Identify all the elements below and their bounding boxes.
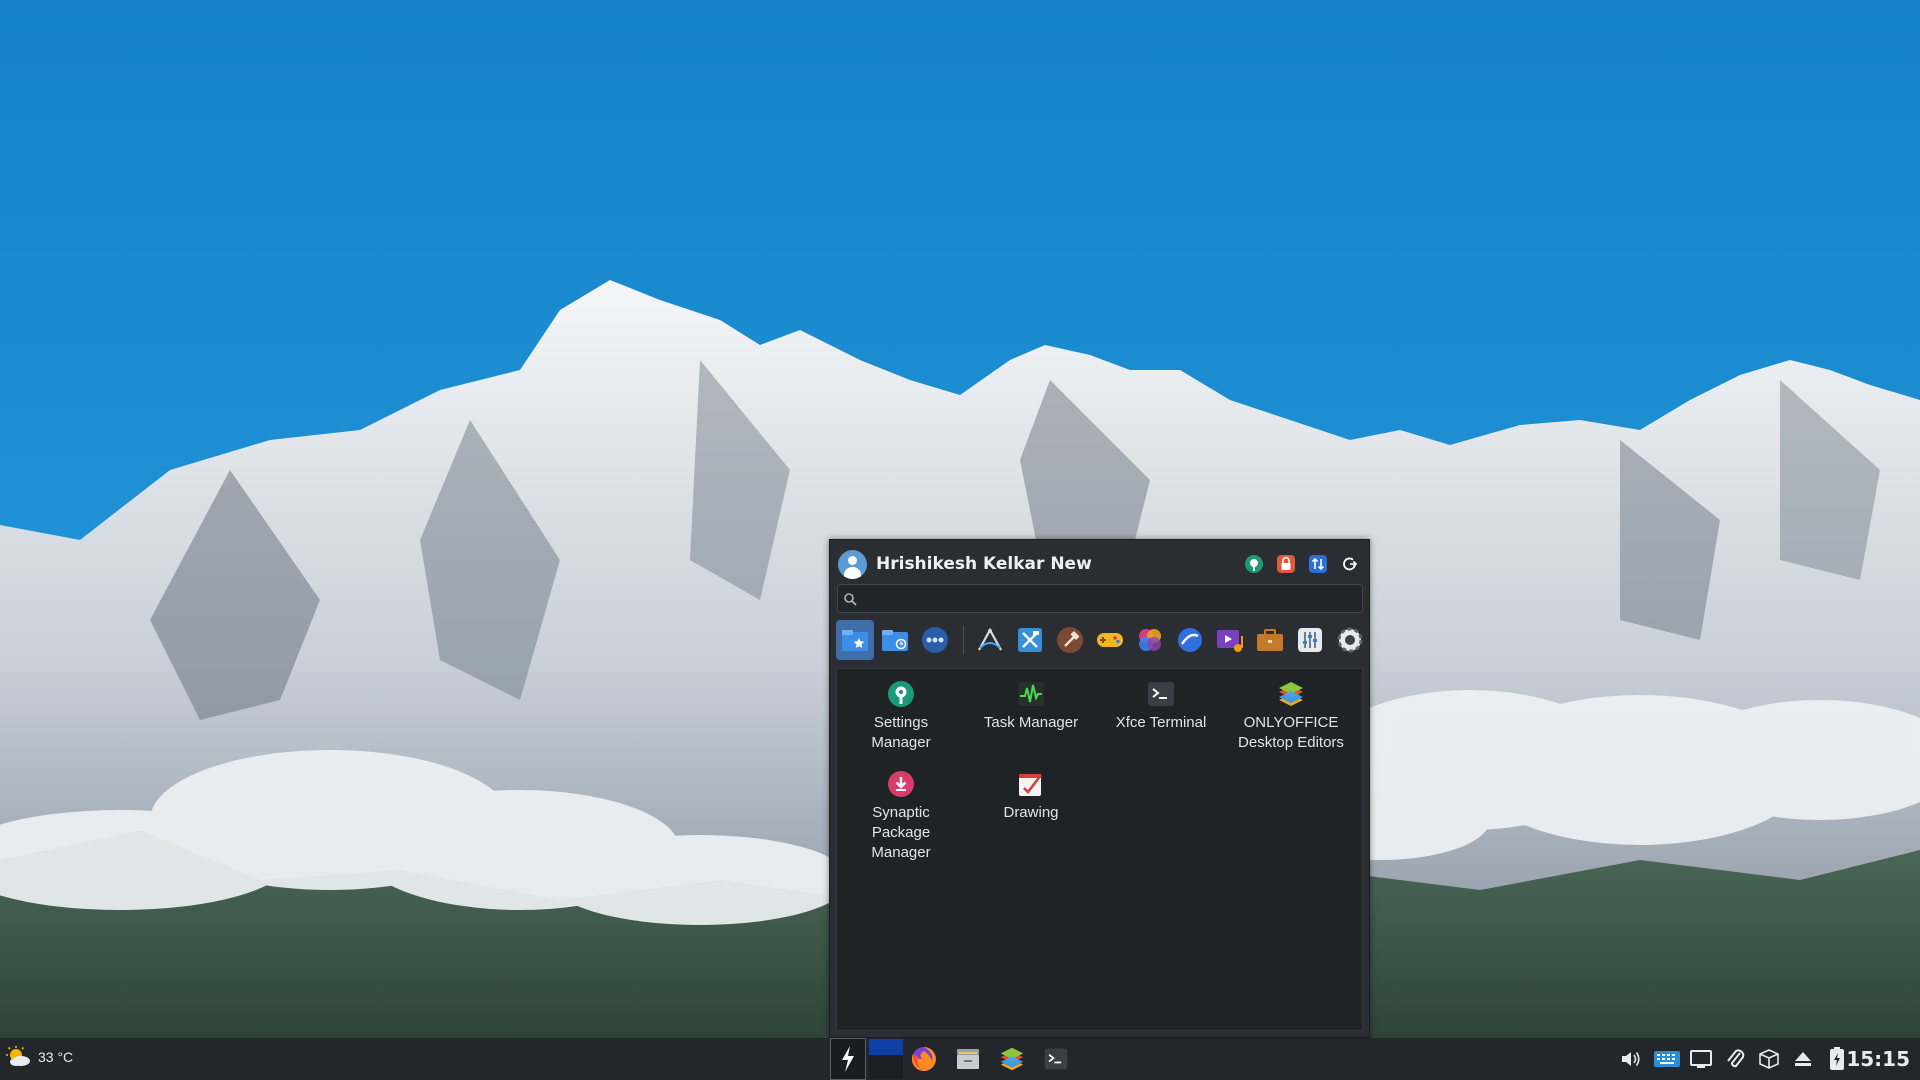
workspace-switcher[interactable] [868,1038,904,1080]
keyboard-icon[interactable] [1652,1038,1682,1080]
search-input[interactable] [862,588,1361,611]
app-task-manager[interactable]: Task Manager [967,679,1095,733]
weather-plugin[interactable]: 33 °C [6,1046,73,1068]
clipboard-icon[interactable] [1720,1038,1750,1080]
synaptic-icon [888,771,914,797]
recently-used-icon[interactable] [876,620,914,660]
app-label: ONLYOFFICE Desktop Editors [1238,714,1344,751]
graphics-icon[interactable] [1131,620,1169,660]
office-icon[interactable] [1251,620,1289,660]
app-drawing[interactable]: Drawing [967,769,1095,823]
firefox-launcher[interactable] [906,1038,942,1080]
terminal-launcher[interactable] [1038,1038,1074,1080]
firefox-icon [911,1047,936,1071]
favorites-icon[interactable] [836,620,874,660]
file-manager-launcher[interactable] [950,1038,986,1080]
multimedia-icon[interactable] [1211,620,1249,660]
eject-icon[interactable] [1788,1038,1818,1080]
games-icon[interactable] [1091,620,1129,660]
taskbar: 33 °C 15:15 [0,1038,1920,1080]
applications-menu: Hrishikesh Kelkar New Settings Manager T… [829,539,1370,1038]
partly-sunny-icon [6,1046,30,1066]
all-applications-icon[interactable] [916,620,954,660]
whisker-menu-button[interactable] [830,1038,866,1080]
terminal-icon [1044,1048,1068,1070]
development-icon[interactable] [1011,620,1049,660]
terminal-icon [1148,682,1174,706]
education-icon[interactable] [1051,620,1089,660]
clock[interactable]: 15:15 [1846,1047,1910,1071]
switch-user-icon[interactable] [1306,552,1329,575]
app-onlyoffice[interactable]: ONLYOFFICE Desktop Editors [1227,679,1355,753]
app-label: Synaptic Package Manager [871,804,931,861]
category-bar [836,620,1366,662]
system-icon[interactable] [1331,620,1369,660]
search-field[interactable] [837,584,1363,613]
app-label: Drawing [1003,804,1059,821]
settings-icon[interactable] [1242,552,1265,575]
accessories-icon[interactable] [971,620,1009,660]
username-label: Hrishikesh Kelkar New [876,554,1092,574]
whisker-menu-icon [842,1046,854,1072]
volume-icon[interactable] [1616,1038,1646,1080]
display-icon[interactable] [1686,1038,1716,1080]
app-settings-manager[interactable]: Settings Manager [837,679,965,753]
menu-header: Hrishikesh Kelkar New [838,548,1361,579]
temperature-label: 33 °C [38,1049,74,1065]
user-avatar-icon [838,550,867,579]
search-icon [844,593,857,606]
app-synaptic[interactable]: Synaptic Package Manager [837,769,965,863]
app-xfce-terminal[interactable]: Xfce Terminal [1097,679,1225,733]
settings-category-icon[interactable] [1291,620,1329,660]
onlyoffice-icon [1279,682,1303,706]
log-out-icon[interactable] [1338,552,1361,575]
internet-icon[interactable] [1171,620,1209,660]
onlyoffice-icon [1000,1047,1024,1071]
onlyoffice-launcher[interactable] [994,1038,1030,1080]
settings-manager-icon [888,681,914,707]
lock-screen-icon[interactable] [1274,552,1297,575]
app-label: Xfce Terminal [1115,714,1207,731]
package-updates-icon[interactable] [1754,1038,1784,1080]
task-manager-icon [1018,682,1044,706]
drawing-icon [1019,774,1043,796]
app-label: Settings Manager [871,714,931,751]
file-manager-icon [957,1049,979,1069]
app-label: Task Manager [983,714,1079,731]
applications-list: Settings Manager Task Manager Xfce Termi… [836,668,1363,1031]
